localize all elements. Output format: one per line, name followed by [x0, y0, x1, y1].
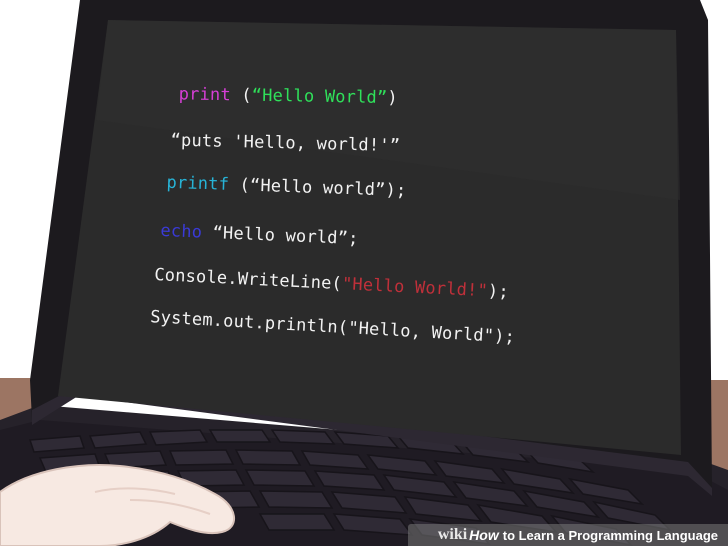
string-literal: “Hello World”	[251, 85, 388, 109]
keyword-print: print	[178, 84, 232, 106]
keyword-echo: echo	[160, 220, 203, 243]
wikihow-caption: wiki How to Learn a Programming Language	[408, 524, 728, 546]
caption-title: to Learn a Programming Language	[502, 527, 718, 543]
code-punct: )	[387, 88, 398, 109]
wiki-logo-text: wiki	[437, 526, 468, 543]
code-line-puts: “puts 'Hello, world!'”	[150, 110, 401, 157]
how-logo-text: How	[469, 527, 499, 543]
keyword-printf: printf	[166, 172, 230, 195]
code-line-print: print (“Hello World”)	[158, 64, 399, 108]
code-punct: (	[230, 85, 252, 106]
code-text: );	[487, 281, 510, 303]
